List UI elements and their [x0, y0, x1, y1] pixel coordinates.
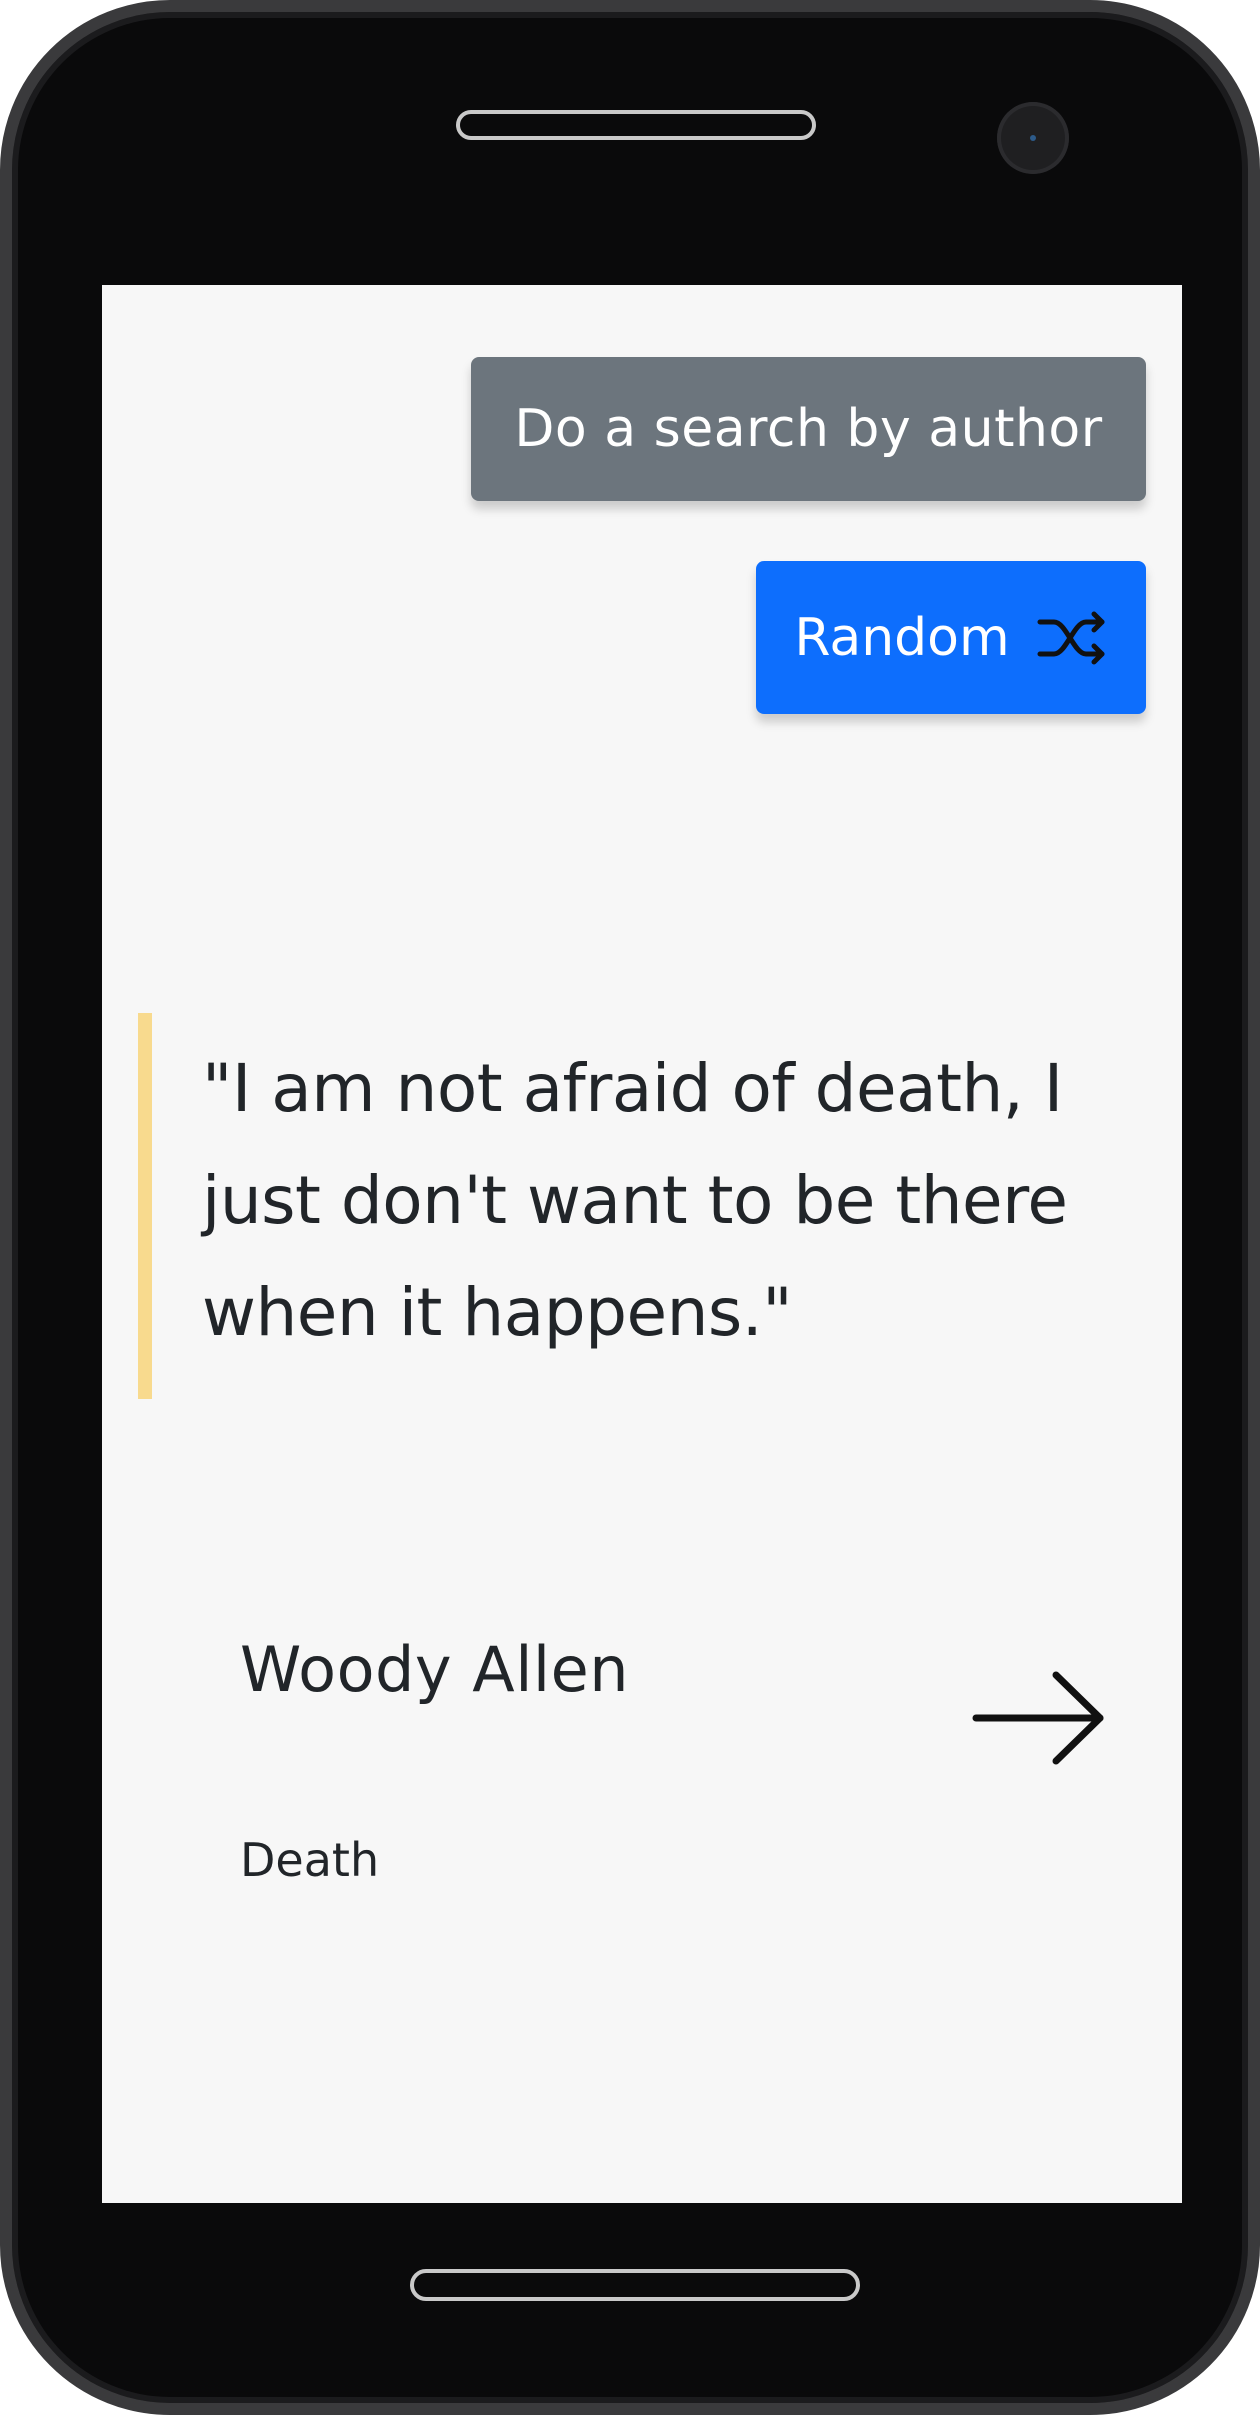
front-camera: [997, 102, 1069, 174]
search-by-author-label: Do a search by author: [514, 399, 1103, 459]
quote-tag: Death: [240, 1833, 380, 1887]
random-button[interactable]: Random: [756, 561, 1146, 714]
app-screen: Do a search by author Random "I am not a…: [102, 285, 1182, 2203]
arrow-right-icon[interactable]: [970, 1663, 1110, 1773]
author-name: Woody Allen: [240, 1633, 630, 1706]
random-label: Random: [794, 607, 1010, 668]
quote-block: "I am not afraid of death, I just don't …: [138, 1013, 1138, 1399]
author-link[interactable]: Woody Allen Death: [240, 1633, 1150, 1933]
speaker-grille: [456, 110, 816, 140]
quote-text: "I am not afraid of death, I just don't …: [202, 1050, 1068, 1351]
search-by-author-button[interactable]: Do a search by author: [471, 357, 1146, 501]
power-button: [1252, 962, 1260, 1162]
volume-button: [1252, 632, 1260, 792]
shuffle-icon: [1037, 611, 1105, 664]
phone-frame: Do a search by author Random "I am not a…: [0, 0, 1260, 2415]
home-indicator: [410, 2269, 860, 2301]
